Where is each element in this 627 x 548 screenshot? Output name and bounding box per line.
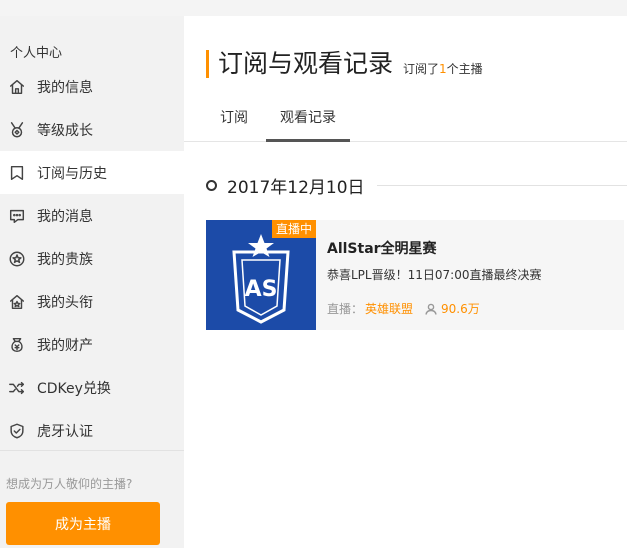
live-badge: 直播中 — [271, 220, 316, 238]
sidebar-item-titles[interactable]: 我的头衔 — [0, 280, 184, 323]
sidebar-item-label: 等级成长 — [37, 122, 93, 139]
become-streamer-prompt: 想成为万人敬仰的主播? — [6, 477, 133, 491]
history-date-header: 2017年12月10日 — [206, 174, 627, 198]
message-icon — [7, 206, 27, 226]
sidebar-item-label: 虎牙认证 — [37, 423, 93, 440]
sidebar-item-label: 我的贵族 — [37, 251, 93, 268]
sidebar-item-label: 我的头衔 — [37, 294, 93, 311]
sidebar-item-nobility[interactable]: 我的贵族 — [0, 237, 184, 280]
sidebar-item-label: 我的消息 — [37, 208, 93, 225]
tab-bar: 订阅 观看记录 — [184, 96, 627, 142]
become-streamer-button[interactable]: 成为主播 — [6, 502, 160, 545]
sidebar-item-cdkey[interactable]: CDKey兑换 — [0, 366, 184, 409]
subscription-count-suffix: 个主播 — [446, 62, 483, 76]
history-card[interactable]: AS 直播中 AllStar全明星赛 恭喜LPL晋级！11日07:00直播最终决… — [206, 220, 624, 330]
shuffle-icon — [7, 378, 27, 398]
viewer-count: 90.6万 — [441, 302, 480, 316]
subscription-count: 订阅了1个主播 — [403, 60, 483, 77]
timeline-line — [376, 184, 627, 186]
stream-meta-label: 直播： — [327, 302, 364, 316]
sidebar-item-my-info[interactable]: 我的信息 — [0, 65, 184, 108]
star-icon — [7, 249, 27, 269]
stream-title[interactable]: AllStar全明星赛 — [327, 238, 437, 258]
sidebar-item-label: CDKey兑换 — [37, 380, 111, 397]
tab-subscriptions[interactable]: 订阅 — [206, 96, 262, 142]
thumbnail-logo-text: AS — [245, 277, 278, 302]
sidebar-item-label: 我的财产 — [37, 337, 93, 354]
sidebar-item-assets[interactable]: 我的财产 — [0, 323, 184, 366]
sidebar-item-label: 订阅与历史 — [37, 165, 107, 182]
stream-meta: 直播： 英雄联盟 90.6万 — [327, 300, 480, 317]
title-house-icon — [7, 292, 27, 312]
sidebar-title: 个人中心 — [10, 46, 63, 61]
sidebar-divider — [0, 450, 184, 451]
timeline-dot-icon — [206, 179, 217, 191]
home-icon — [7, 77, 27, 97]
title-accent-bar — [206, 50, 209, 78]
stream-description: 恭喜LPL晋级！11日07:00直播最终决赛 — [327, 268, 542, 282]
sidebar-item-verification[interactable]: 虎牙认证 — [0, 409, 184, 452]
stream-thumbnail[interactable]: AS 直播中 — [206, 220, 316, 330]
subscription-count-number: 1 — [439, 62, 447, 76]
sidebar-item-label: 我的信息 — [37, 79, 93, 96]
subscription-count-prefix: 订阅了 — [403, 62, 440, 76]
medal-icon — [7, 120, 27, 140]
sidebar-item-level-growth[interactable]: 等级成长 — [0, 108, 184, 151]
sidebar: 个人中心 我的信息 等级成长 订阅与历史 我的消息 我的贵族 我的头衔 我的财产… — [0, 16, 184, 548]
page-header: 订阅与观看记录 订阅了1个主播 — [206, 48, 483, 80]
stream-category-link[interactable]: 英雄联盟 — [365, 300, 413, 317]
tab-watch-history[interactable]: 观看记录 — [266, 96, 350, 142]
bookmark-icon — [7, 163, 27, 183]
money-icon — [7, 335, 27, 355]
user-icon — [425, 303, 437, 315]
main-content: 订阅与观看记录 订阅了1个主播 订阅 观看记录 2017年12月10日 AS 直… — [184, 16, 627, 548]
page-title: 订阅与观看记录 — [218, 49, 394, 78]
history-date: 2017年12月10日 — [227, 177, 365, 198]
top-bar — [0, 0, 627, 16]
sidebar-item-subscriptions-history[interactable]: 订阅与历史 — [0, 151, 184, 194]
sidebar-item-messages[interactable]: 我的消息 — [0, 194, 184, 237]
shield-check-icon — [7, 421, 27, 441]
